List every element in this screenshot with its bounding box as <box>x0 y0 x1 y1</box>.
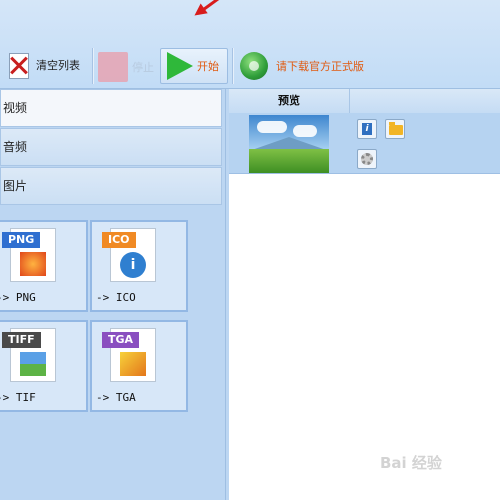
format-tif-card[interactable]: TIFF -> TIF <box>0 320 88 412</box>
grid-header: 预览 <box>229 89 500 114</box>
stop-button[interactable]: 停止 <box>98 52 154 82</box>
ico-label: -> ICO <box>96 291 136 304</box>
flower-icon <box>20 252 46 276</box>
file-list-panel: 预览 i <box>229 89 500 500</box>
stop-label: 停止 <box>132 61 154 74</box>
stop-icon <box>98 52 128 82</box>
start-label: 开始 <box>197 60 219 73</box>
settings-gear-icon[interactable] <box>357 149 377 169</box>
download-globe-icon <box>240 52 268 80</box>
tif-label: -> TIF <box>0 391 36 404</box>
toolbar-divider <box>92 48 94 84</box>
download-official-button[interactable]: 请下载官方正式版 <box>240 52 364 80</box>
landscape-icon <box>20 352 46 376</box>
play-icon <box>167 52 193 80</box>
folder-icon[interactable] <box>385 119 405 139</box>
info-icon[interactable]: i <box>357 119 377 139</box>
download-official-label: 请下载官方正式版 <box>276 60 364 73</box>
left-panel: 视频 音频 图片 PNG -> PNG ICO i -> ICO TIFF ->… <box>0 89 226 500</box>
picture-icon <box>120 352 146 376</box>
format-png-card[interactable]: PNG -> PNG <box>0 220 88 312</box>
clear-list-icon <box>6 52 30 79</box>
category-image[interactable]: 图片 <box>0 167 222 205</box>
table-row[interactable]: i <box>229 113 500 174</box>
tif-tag: TIFF <box>2 332 41 348</box>
format-ico-card[interactable]: ICO i -> ICO <box>90 220 188 312</box>
format-tga-card[interactable]: TGA -> TGA <box>90 320 188 412</box>
png-label: -> PNG <box>0 291 36 304</box>
tga-label: -> TGA <box>96 391 136 404</box>
png-tag: PNG <box>2 232 41 248</box>
info-circle-icon: i <box>120 252 146 278</box>
clear-list-button[interactable]: 清空列表 <box>6 52 80 79</box>
annotation-arrow <box>197 0 240 15</box>
tga-tag: TGA <box>102 332 140 348</box>
toolbar: 清空列表 停止 开始 请下载官方正式版 <box>0 0 500 89</box>
toolbar-divider <box>232 48 234 84</box>
watermark: Bai 经验 <box>380 454 442 472</box>
ico-tag: ICO <box>102 232 136 248</box>
category-video[interactable]: 视频 <box>0 89 222 127</box>
start-button[interactable]: 开始 <box>160 48 228 84</box>
category-audio[interactable]: 音频 <box>0 128 222 166</box>
image-thumbnail <box>249 115 329 173</box>
clear-list-label: 清空列表 <box>36 59 80 72</box>
column-header-preview[interactable]: 预览 <box>229 89 350 113</box>
